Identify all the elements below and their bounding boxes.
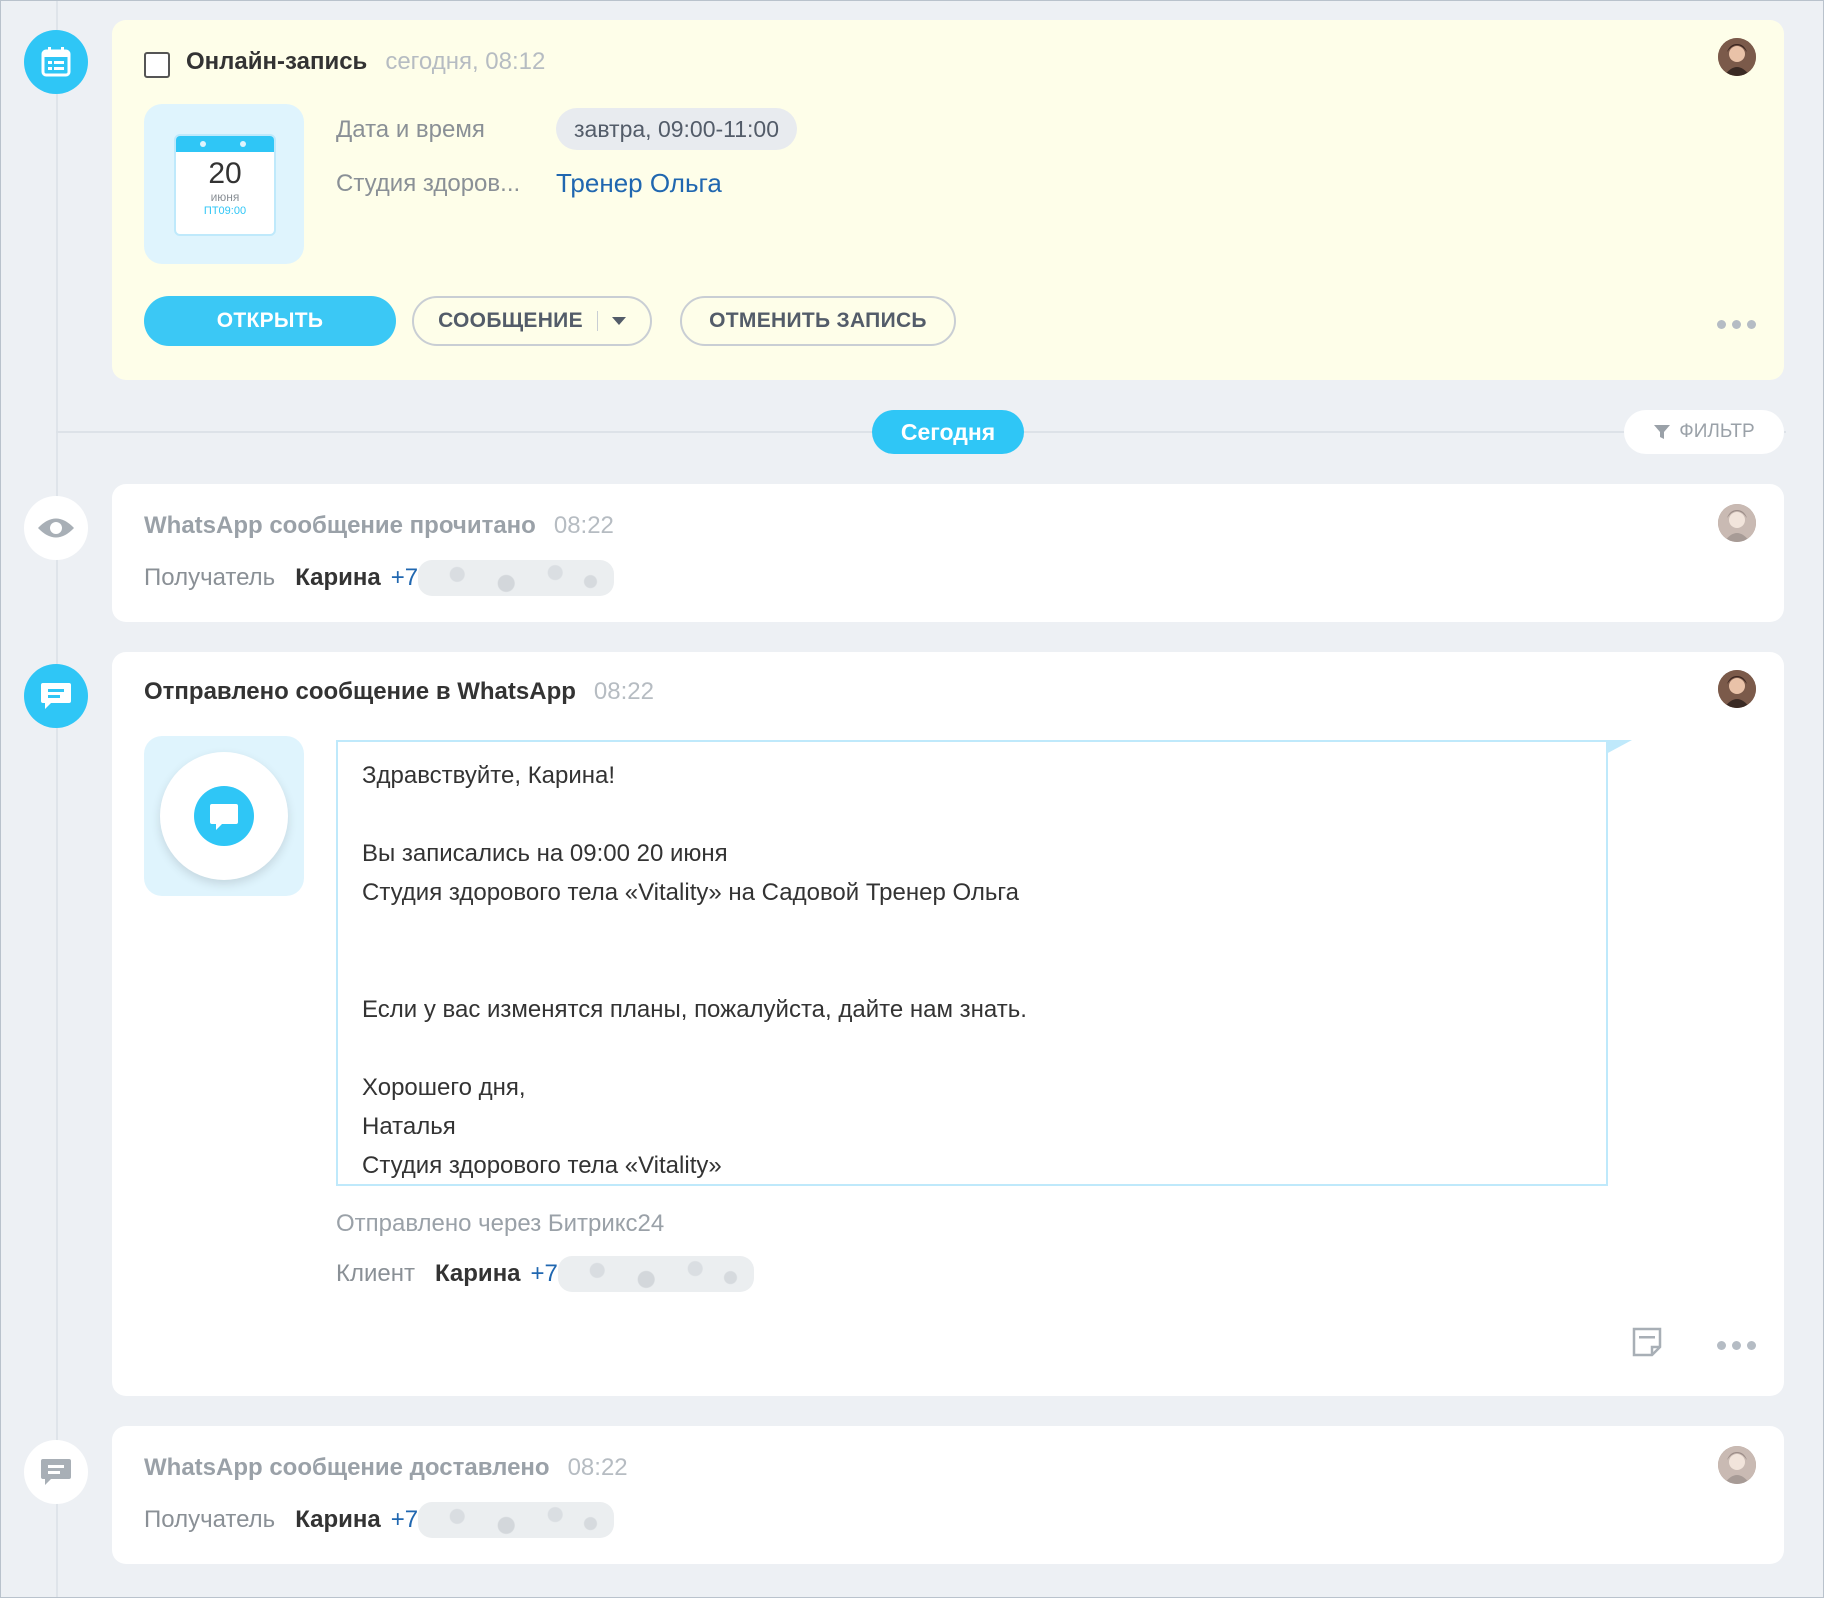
read-event-card: WhatsApp сообщение прочитано 08:22 Получа… [112,484,1784,622]
message-button-label: СООБЩЕНИЕ [438,309,583,332]
client-label: Клиент [336,1260,415,1287]
note-icon[interactable] [1630,1325,1664,1364]
open-button[interactable]: ОТКРЫТЬ [144,296,396,346]
message-line [362,795,1582,834]
read-time: 08:22 [553,512,614,539]
sent-title: Отправлено сообщение в WhatsApp [144,678,576,705]
calendar-day: 20 [208,157,242,190]
filter-button[interactable]: ФИЛЬТР [1624,410,1784,454]
redacted-phone [418,560,615,596]
read-recipient: Получатель Карина +7 [144,560,615,596]
date-value-badge: завтра, 09:00-11:00 [556,108,798,150]
chat-icon [24,664,88,728]
message-line: Если у вас изменятся планы, пожалуйста, … [362,996,1027,1023]
message-button[interactable]: СООБЩЕНИЕ [412,296,652,346]
recipient-name[interactable]: Карина [295,1506,381,1534]
redacted-phone [418,1502,615,1538]
delivered-title: WhatsApp сообщение доставлено [144,1454,550,1481]
delivered-title-row: WhatsApp сообщение доставлено 08:22 [144,1454,628,1482]
booking-title-row: Онлайн-запись сегодня, 08:12 [186,48,545,76]
booking-title: Онлайн-запись [186,48,368,75]
studio-label: Студия здоров... [336,170,521,197]
sent-time: 08:22 [593,678,654,705]
whatsapp-chat-icon [194,786,254,846]
timeline-line [56,0,58,1598]
recipient-name[interactable]: Карина [295,564,381,592]
more-icon[interactable] [1717,320,1756,329]
delivered-event-card: WhatsApp сообщение доставлено 08:22 Получ… [112,1426,1784,1564]
studio-trainer-link[interactable]: Тренер Ольга [556,168,722,199]
bubble-tail [1606,740,1632,754]
redacted-phone [557,1256,754,1292]
sent-title-row: Отправлено сообщение в WhatsApp 08:22 [144,678,654,706]
eye-icon [24,496,88,560]
calendar-icon [24,30,88,94]
message-tile [144,736,304,896]
recipient-phone[interactable]: +7 [391,564,418,592]
client-name[interactable]: Карина [435,1260,521,1288]
message-bubble: Здравствуйте, Карина! Вы записались на 0… [336,740,1608,1186]
avatar [1718,38,1756,76]
sent-client: Клиент Карина +7 [336,1256,754,1292]
chat-icon [24,1440,88,1504]
delivered-time: 08:22 [567,1454,628,1481]
message-line: Вы записались на 09:00 20 июня [362,840,728,867]
date-tile: 20 июня ПТ09:00 [144,104,304,264]
calendar-weekday-time: ПТ09:00 [203,205,247,217]
message-line: Здравствуйте, Карина! [362,762,616,789]
sent-via: Отправлено через Битрикс24 [336,1210,665,1237]
today-badge: Сегодня [872,410,1024,454]
filter-icon [1654,425,1671,439]
cancel-booking-button[interactable]: ОТМЕНИТЬ ЗАПИСЬ [680,296,956,346]
message-line: Наталья [362,1113,456,1140]
avatar [1718,504,1756,542]
client-phone[interactable]: +7 [531,1260,558,1288]
message-line [362,951,1582,990]
avatar [1718,1446,1756,1484]
booking-card: Онлайн-запись сегодня, 08:12 20 июня ПТ09… [112,20,1784,380]
more-icon[interactable] [1717,1341,1756,1350]
date-label: Дата и время [336,116,485,143]
message-line: Студия здорового тела «Vitality» [362,1152,722,1179]
filter-label: ФИЛЬТР [1679,421,1755,442]
avatar [1718,670,1756,708]
delivered-recipient: Получатель Карина +7 [144,1502,615,1538]
message-line [362,912,1582,951]
calendar-month: июня [210,190,240,204]
message-line [362,1029,1582,1068]
read-title: WhatsApp сообщение прочитано [144,512,536,539]
recipient-phone[interactable]: +7 [391,1506,418,1534]
chevron-down-icon[interactable] [611,317,626,325]
recipient-label: Получатель [144,564,276,591]
mini-calendar: 20 июня ПТ09:00 [174,134,276,236]
message-line: Студия здорового тела «Vitality» на Садо… [362,879,1019,906]
message-line: Хорошего дня, [362,1074,526,1101]
recipient-label: Получатель [144,1506,276,1533]
complete-checkbox[interactable] [144,52,170,78]
booking-time: сегодня, 08:12 [385,48,546,75]
sent-message-card: Отправлено сообщение в WhatsApp 08:22 Здр… [112,652,1784,1396]
read-title-row: WhatsApp сообщение прочитано 08:22 [144,512,614,540]
